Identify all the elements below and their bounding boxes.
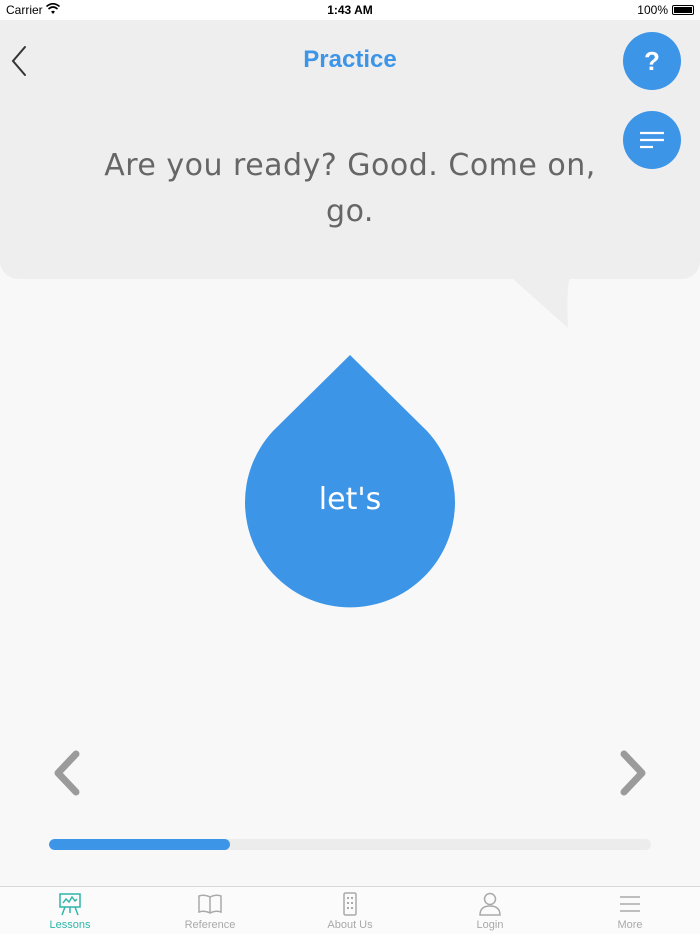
- clock: 1:43 AM: [327, 3, 373, 17]
- tab-reference[interactable]: Reference: [140, 887, 280, 934]
- speech-bubble-tail: [512, 278, 570, 328]
- prompt-sentence: Are you ready? Good. Come on, go.: [104, 148, 596, 229]
- tab-label: Login: [476, 919, 504, 931]
- person-icon: [479, 892, 501, 916]
- tab-lessons[interactable]: Lessons: [0, 887, 140, 934]
- page-title: Practice: [303, 46, 397, 73]
- tab-label: Reference: [184, 919, 236, 931]
- previous-arrow-button[interactable]: [48, 748, 88, 798]
- menu-lines-icon: [640, 131, 664, 149]
- tab-label: About Us: [327, 919, 373, 931]
- menu-button[interactable]: [623, 111, 681, 169]
- tab-bar: Lessons Reference About Us Login More: [0, 886, 700, 934]
- tab-label: Lessons: [49, 919, 91, 931]
- help-icon: ?: [644, 45, 660, 76]
- progress-fill: [49, 839, 230, 850]
- help-button[interactable]: ?: [623, 32, 681, 90]
- menu-lines-icon: [620, 896, 640, 912]
- tab-login[interactable]: Login: [420, 887, 560, 934]
- battery-icon: [672, 5, 694, 15]
- progress-bar: [49, 839, 651, 850]
- book-icon: [198, 894, 222, 914]
- tab-label: More: [617, 919, 643, 931]
- battery-percent: 100%: [637, 3, 668, 17]
- building-icon: [343, 892, 357, 916]
- easel-chart-icon: [59, 893, 81, 916]
- tab-more[interactable]: More: [560, 887, 700, 934]
- word-drop-button[interactable]: [245, 355, 455, 608]
- tab-about-us[interactable]: About Us: [280, 887, 420, 934]
- status-bar: Carrier 1:43 AM 100%: [0, 0, 700, 20]
- next-arrow-button[interactable]: [612, 748, 652, 798]
